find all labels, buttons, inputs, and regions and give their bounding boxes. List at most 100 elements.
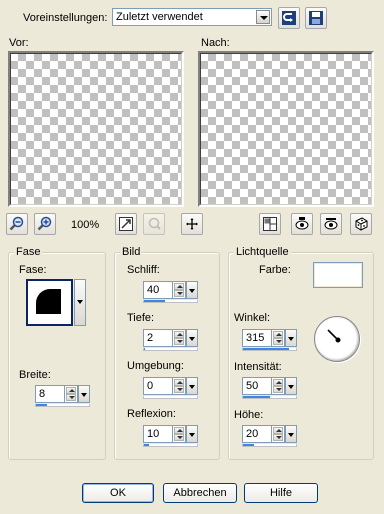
spin-up-icon[interactable] (174, 331, 184, 338)
umgebung-slider-dropdown[interactable] (186, 377, 198, 395)
chevron-down-icon[interactable] (256, 10, 270, 24)
preview-after-pane[interactable] (198, 51, 374, 207)
proof-preview-button[interactable] (291, 213, 313, 235)
winkel-spinner[interactable]: 315 (242, 329, 300, 351)
width-slider-dropdown[interactable] (78, 385, 90, 403)
fit-to-window-button[interactable] (115, 213, 137, 235)
farbe-label: Farbe: (259, 264, 291, 276)
auto-proof-icon (324, 218, 338, 230)
spin-down-icon[interactable] (273, 386, 283, 393)
bevel-shape-icon (36, 289, 61, 314)
schliff-input[interactable]: 40 (143, 281, 173, 299)
spin-down-icon[interactable] (66, 394, 76, 401)
zoom-in-icon (37, 216, 52, 231)
umgebung-input[interactable]: 0 (143, 377, 173, 395)
preview-before-label: Vor: (9, 37, 29, 49)
spin-up-icon[interactable] (174, 283, 184, 290)
pan-move-icon (186, 218, 198, 230)
hoehe-fill (243, 444, 254, 446)
reset-arrow-icon (282, 11, 296, 25)
intensitaet-spinner[interactable]: 50 (242, 377, 300, 399)
tiefe-fill (144, 348, 146, 350)
bild-group-title: Bild (120, 246, 143, 258)
spin-up-icon[interactable] (273, 427, 283, 434)
angle-dial-needle (327, 329, 341, 343)
zoom-in-button[interactable] (34, 213, 56, 235)
pan-move-button[interactable] (181, 213, 203, 235)
schliff-spinner[interactable]: 40 (143, 281, 201, 303)
spin-down-icon[interactable] (174, 290, 184, 297)
width-input[interactable]: 8 (35, 385, 65, 403)
intensitaet-input[interactable]: 50 (242, 377, 272, 395)
spin-down-icon[interactable] (273, 434, 283, 441)
hoehe-label: Höhe: (234, 409, 264, 421)
presets-label: Voreinstellungen: (23, 12, 108, 24)
navigate-button[interactable] (143, 213, 165, 235)
fase-group-title: Fase (14, 246, 43, 258)
tiefe-slider-dropdown[interactable] (186, 329, 198, 347)
spin-down-icon[interactable] (174, 386, 184, 393)
hoehe-input[interactable]: 20 (242, 425, 272, 443)
randomize-dice-icon (355, 217, 368, 231)
tiefe-spinner[interactable]: 2 (143, 329, 201, 351)
schliff-label: Schliff: (127, 264, 160, 276)
reset-button[interactable] (278, 7, 300, 29)
zoom-level: 100% (71, 219, 100, 231)
reflexion-input[interactable]: 10 (143, 425, 173, 443)
winkel-fill (243, 348, 290, 350)
angle-dial[interactable] (314, 316, 360, 362)
ok-button[interactable]: OK (82, 483, 154, 503)
fase-label: Fase: (19, 264, 47, 276)
spin-up-icon[interactable] (273, 331, 283, 338)
cancel-button[interactable]: Abbrechen (163, 483, 237, 503)
navigate-icon (148, 217, 161, 230)
intensitaet-fill (243, 396, 270, 398)
lichtquelle-group-title: Lichtquelle (234, 246, 291, 258)
spin-up-icon[interactable] (66, 387, 76, 394)
tiefe-input[interactable]: 2 (143, 329, 173, 347)
reflexion-label: Reflexion: (127, 408, 176, 420)
schliff-slider-dropdown[interactable] (186, 281, 198, 299)
winkel-input[interactable]: 315 (242, 329, 272, 347)
zoom-out-button[interactable] (6, 213, 28, 235)
preview-before-pane[interactable] (8, 51, 184, 207)
chevron-down-icon (77, 300, 83, 304)
randomize-button[interactable] (350, 213, 372, 235)
bevel-shape-swatch[interactable] (26, 279, 73, 326)
spin-up-icon[interactable] (174, 427, 184, 434)
hoehe-slider-dropdown[interactable] (285, 425, 297, 443)
spin-down-icon[interactable] (174, 338, 184, 345)
bevel-shape-dropdown[interactable] (74, 279, 86, 326)
spin-up-icon[interactable] (174, 379, 184, 386)
spin-up-icon[interactable] (273, 379, 283, 386)
hoehe-spinner[interactable]: 20 (242, 425, 300, 447)
light-color-swatch[interactable] (313, 262, 363, 288)
proof-preview-icon (295, 217, 309, 230)
save-disk-icon (309, 11, 323, 25)
spin-down-icon[interactable] (273, 338, 283, 345)
save-preset-button[interactable] (305, 7, 327, 29)
tiefe-label: Tiefe: (127, 312, 155, 324)
auto-proof-button[interactable] (320, 213, 342, 235)
width-fill (36, 404, 47, 406)
split-view-button[interactable] (259, 213, 281, 235)
help-button[interactable]: Hilfe (244, 483, 318, 503)
winkel-slider-dropdown[interactable] (285, 329, 297, 347)
schliff-fill (144, 300, 166, 302)
spin-down-icon[interactable] (174, 434, 184, 441)
reflexion-fill (144, 444, 150, 446)
intensitaet-label: Intensität: (234, 361, 282, 373)
presets-value: Zuletzt verwendet (116, 11, 203, 23)
winkel-label: Winkel: (234, 312, 271, 324)
fit-to-window-icon (119, 217, 133, 231)
preview-after-label: Nach: (201, 37, 230, 49)
reflexion-spinner[interactable]: 10 (143, 425, 201, 447)
width-label: Breite: (19, 369, 51, 381)
reflexion-slider-dropdown[interactable] (186, 425, 198, 443)
umgebung-label: Umgebung: (127, 360, 184, 372)
intensitaet-slider-dropdown[interactable] (285, 377, 297, 395)
width-spinner[interactable]: 8 (35, 385, 93, 407)
umgebung-spinner[interactable]: 0 (143, 377, 201, 399)
presets-combobox[interactable]: Zuletzt verwendet (112, 8, 272, 26)
split-view-icon (263, 217, 277, 231)
